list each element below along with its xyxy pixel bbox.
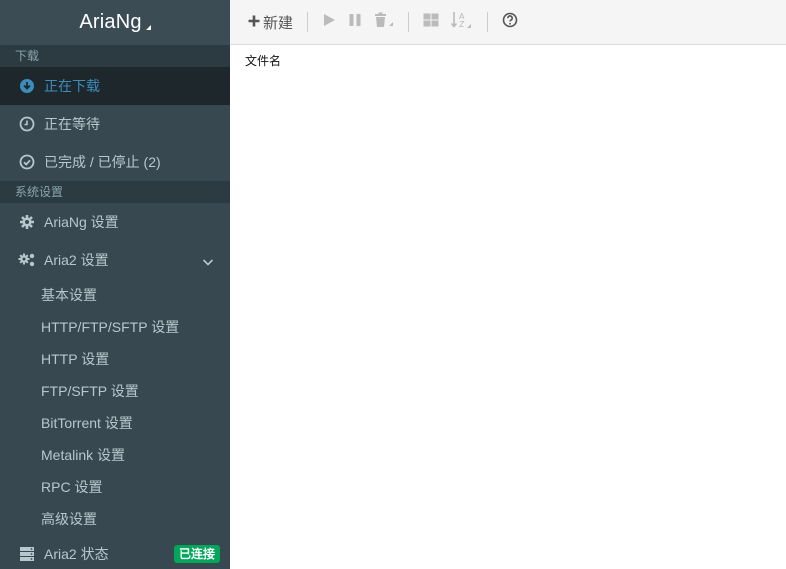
toolbar-divider	[307, 12, 309, 32]
sidebar-subitem-basic[interactable]: 基本设置	[0, 279, 230, 311]
sidebar-item-downloading[interactable]: 正在下载	[0, 67, 230, 105]
sort-alpha-icon: AZ	[450, 11, 473, 33]
gear-icon	[18, 213, 36, 231]
task-list: 文件名	[230, 46, 786, 569]
grid-icon	[423, 13, 439, 31]
sort-button[interactable]: AZ	[445, 7, 479, 37]
display-mode-button[interactable]	[417, 7, 445, 37]
help-button[interactable]	[496, 7, 524, 37]
sidebar-item-label: 正在下载	[44, 78, 100, 94]
check-circle-icon	[18, 153, 36, 171]
chevron-down-icon	[202, 254, 214, 270]
server-icon	[18, 545, 36, 563]
pause-icon	[348, 13, 362, 31]
toolbar-divider	[487, 12, 489, 32]
app-logo[interactable]: AriaNg	[0, 0, 230, 45]
sidebar-subitem-rpc[interactable]: RPC 设置	[0, 471, 230, 503]
sidebar-item-label: Aria2 设置	[44, 252, 109, 268]
section-header-settings: 系统设置	[0, 181, 230, 203]
toolbar-divider	[408, 12, 410, 32]
sidebar: AriaNg 下载 正在下载 正在等待 已完成 / 已停止 (2) 系统设置 A…	[0, 0, 230, 569]
question-circle-icon	[502, 12, 518, 32]
new-button[interactable]: 新建	[242, 7, 299, 37]
filename-column-header[interactable]: 文件名	[245, 52, 281, 69]
sidebar-item-aria2-settings[interactable]: Aria2 设置	[0, 241, 230, 279]
sidebar-subitem-metalink[interactable]: Metalink 设置	[0, 439, 230, 471]
app-title: AriaNg	[79, 11, 142, 33]
pause-button[interactable]	[342, 7, 368, 37]
sidebar-item-label: Aria2 状态	[44, 546, 109, 562]
clock-icon	[18, 115, 36, 133]
start-button[interactable]	[316, 7, 342, 37]
sidebar-item-aria2-status[interactable]: Aria2 状态 已连接	[0, 535, 230, 569]
sidebar-subitem-ftp-sftp[interactable]: FTP/SFTP 设置	[0, 375, 230, 407]
sidebar-item-label: 正在等待	[44, 116, 100, 132]
download-circle-icon	[18, 77, 36, 95]
sidebar-item-waiting[interactable]: 正在等待	[0, 105, 230, 143]
section-header-download: 下载	[0, 45, 230, 67]
caret-icon	[145, 25, 151, 30]
status-badge: 已连接	[173, 545, 220, 563]
sidebar-subitem-http-ftp-sftp[interactable]: HTTP/FTP/SFTP 设置	[0, 311, 230, 343]
sidebar-item-label: 已完成 / 已停止 (2)	[44, 154, 161, 170]
play-icon	[322, 13, 336, 31]
sidebar-item-stopped[interactable]: 已完成 / 已停止 (2)	[0, 143, 230, 181]
new-button-label: 新建	[263, 14, 294, 32]
trash-icon	[374, 12, 394, 32]
sidebar-subitem-advanced[interactable]: 高级设置	[0, 503, 230, 535]
sidebar-subitem-http[interactable]: HTTP 设置	[0, 343, 230, 375]
plus-icon	[248, 14, 260, 31]
toolbar: 新建 AZ	[230, 0, 786, 45]
delete-button[interactable]	[368, 7, 400, 37]
svg-text:Z: Z	[459, 20, 465, 29]
gears-icon	[18, 251, 36, 269]
sidebar-item-label: AriaNg 设置	[44, 214, 119, 230]
sidebar-item-ariang-settings[interactable]: AriaNg 设置	[0, 203, 230, 241]
sidebar-subitem-bittorrent[interactable]: BitTorrent 设置	[0, 407, 230, 439]
